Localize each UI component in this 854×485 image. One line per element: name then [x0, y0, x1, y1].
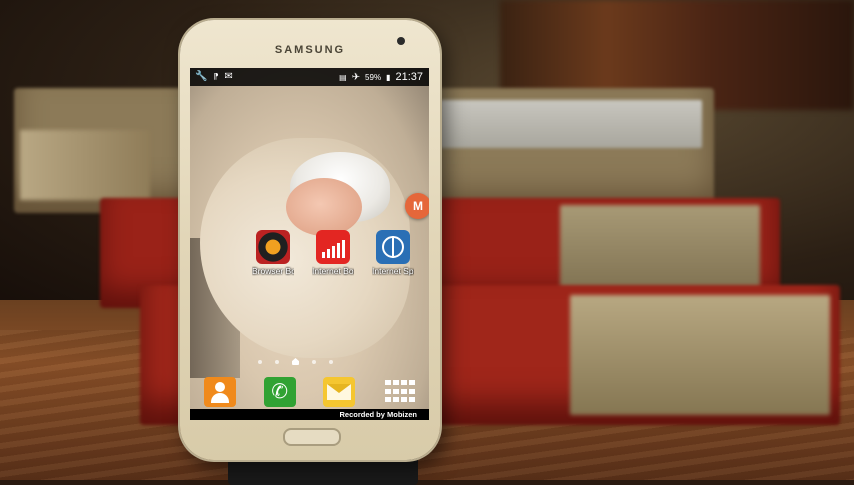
app-dock: ✆: [190, 373, 429, 411]
phone-icon[interactable]: ✆: [263, 377, 296, 407]
app-internet-booster[interactable]: Internet Booster &: [312, 230, 354, 276]
airplane-icon: ✈: [351, 71, 361, 83]
home-app-row: Browser Booster Internet Booster & Inter…: [252, 230, 414, 276]
status-bar[interactable]: 🔧 ⁋ ✉ ▤ ✈ 59% ▮ 21:37: [190, 68, 429, 86]
book-bottom-pages: [570, 295, 830, 415]
recorder-watermark: Recorded by Mobizen: [190, 409, 429, 420]
internet-speed-icon: [376, 230, 410, 264]
app-label: Browser Booster: [252, 266, 294, 276]
front-camera: [397, 37, 405, 45]
app-internet-speed[interactable]: Internet Speed...: [372, 230, 414, 276]
home-page-dot-icon[interactable]: [292, 358, 299, 365]
page-dot[interactable]: [329, 359, 333, 364]
signal-icon: ▤: [339, 72, 347, 82]
wrench-icon: 🔧: [195, 71, 208, 82]
book-top-pages: [440, 100, 702, 148]
phone-brand-logo: SAMSUNG: [274, 44, 346, 56]
page-dot[interactable]: [275, 359, 279, 364]
page-dot[interactable]: [258, 359, 262, 364]
phone-screen: 🔧 ⁋ ✉ ▤ ✈ 59% ▮ 21:37 M Browser Booster: [190, 68, 429, 420]
app-label: Internet Speed...: [372, 266, 414, 276]
internet-booster-icon: [316, 230, 350, 264]
battery-percent: 59%: [365, 72, 382, 82]
app-label: Internet Booster &: [312, 266, 354, 276]
contacts-icon[interactable]: [203, 377, 236, 407]
book-top-spine: [20, 130, 150, 200]
apps-grid-icon[interactable]: [383, 377, 416, 407]
book-middle-pages: [560, 205, 760, 295]
status-time: 21:37: [395, 71, 423, 83]
wallpaper-baby-face: [286, 178, 362, 236]
home-button[interactable]: [283, 428, 341, 446]
messages-icon[interactable]: [323, 377, 356, 407]
browser-booster-icon: [256, 230, 290, 264]
mobizen-floating-icon[interactable]: M: [405, 193, 429, 219]
app-browser-booster[interactable]: Browser Booster: [252, 230, 294, 276]
page-dot[interactable]: [312, 359, 316, 364]
bluetooth-icon: ⁋: [213, 72, 219, 81]
page-indicator: [258, 358, 333, 365]
smartphone: SAMSUNG 🔧 ⁋ ✉ ▤ ✈ 59% ▮ 21:37 M Browser …: [180, 20, 440, 460]
battery-icon: ▮: [386, 72, 391, 82]
chat-icon: ✉: [224, 71, 233, 82]
